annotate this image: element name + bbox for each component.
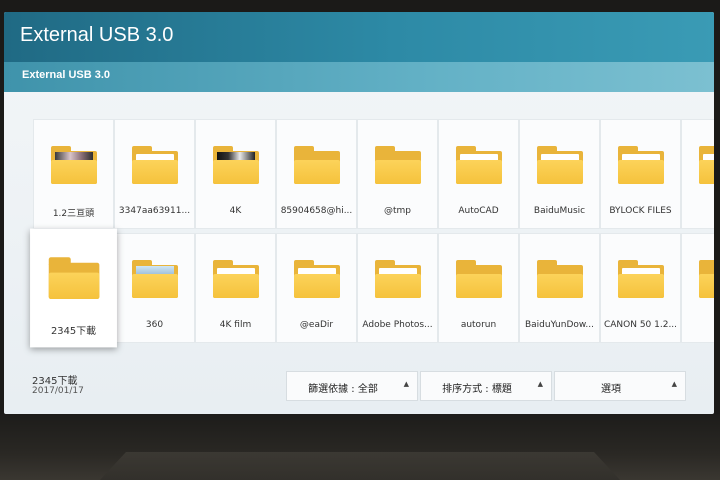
sort-button-label: 排序方式 : 標題 xyxy=(442,384,512,395)
folder-label: BaiduYunDow... xyxy=(524,320,595,330)
folder-label: 360 xyxy=(145,320,164,330)
folder-photo-icon xyxy=(132,260,178,298)
tv-stand xyxy=(100,452,620,480)
folder-tile[interactable]: 360 xyxy=(115,234,194,342)
folder-tile[interactable]: 4K film xyxy=(196,234,275,342)
folder-icon xyxy=(699,260,714,298)
folder-tile[interactable]: 3347aa63911... xyxy=(115,120,194,228)
folder-label: 4K xyxy=(229,206,242,216)
folder-photo-icon xyxy=(51,146,97,184)
folder-tile[interactable]: 4K xyxy=(196,120,275,228)
folder-label: autorun xyxy=(460,320,497,330)
folder-label: FF xyxy=(684,206,714,216)
folder-tile[interactable]: autorun xyxy=(439,234,518,342)
folder-tile[interactable]: FF xyxy=(682,120,714,228)
folder-tile[interactable]: @eaDir xyxy=(277,234,356,342)
folder-tile[interactable]: 1.2三亘頭 xyxy=(34,120,113,228)
folder-tile[interactable]: 85904658@hi... xyxy=(277,120,356,228)
folder-icon xyxy=(213,260,259,298)
folder-icon xyxy=(294,146,340,184)
folder-photo-icon xyxy=(213,146,259,184)
grid-row-1: 1.2三亘頭 3347aa63911... 4K 85904658@hi... … xyxy=(34,120,714,228)
folder-label: @eaDir xyxy=(299,320,334,330)
folder-icon xyxy=(294,260,340,298)
caret-up-icon: ▲ xyxy=(403,380,409,388)
folder-icon xyxy=(699,146,714,184)
folder-icon xyxy=(537,260,583,298)
breadcrumb-label: External USB 3.0 xyxy=(22,69,111,81)
folder-icon xyxy=(456,260,502,298)
options-button[interactable]: 選項 ▲ xyxy=(555,372,685,400)
folder-icon xyxy=(618,260,664,298)
tv-screen: External USB 3.0 External USB 3.0 1.2三亘頭… xyxy=(4,12,714,414)
folder-tile[interactable]: fo xyxy=(682,234,714,342)
caret-up-icon: ▲ xyxy=(671,380,677,388)
folder-icon xyxy=(48,257,100,299)
folder-tile[interactable]: BaiduMusic xyxy=(520,120,599,228)
folder-icon xyxy=(456,146,502,184)
page-title: External USB 3.0 xyxy=(20,24,174,46)
caret-up-icon: ▲ xyxy=(537,380,543,388)
folder-label: 85904658@hi... xyxy=(280,206,353,216)
folder-icon xyxy=(537,146,583,184)
breadcrumb: External USB 3.0 xyxy=(4,62,714,92)
title-bar: External USB 3.0 xyxy=(4,12,714,62)
folder-tile[interactable]: @tmp xyxy=(358,120,437,228)
folder-label: 2345下載 xyxy=(51,326,96,338)
selected-item-date: 2017/01/17 xyxy=(32,386,84,396)
file-grid: 1.2三亘頭 3347aa63911... 4K 85904658@hi... … xyxy=(4,92,714,354)
folder-icon xyxy=(618,146,664,184)
folder-label: Adobe Photos... xyxy=(362,320,433,330)
folder-label: fo xyxy=(684,320,714,330)
folder-label: @tmp xyxy=(383,206,411,216)
filter-button-label: 篩選依據 : 全部 xyxy=(308,384,378,395)
folder-label: 1.2三亘頭 xyxy=(52,209,95,219)
bottom-bar: 2345下載 2017/01/17 篩選依據 : 全部 ▲ 排序方式 : 標題 … xyxy=(4,354,714,414)
folder-icon xyxy=(375,146,421,184)
options-button-label: 選項 xyxy=(601,384,621,395)
folder-tile[interactable]: Adobe Photos... xyxy=(358,234,437,342)
folder-label: 3347aa63911... xyxy=(118,206,191,216)
sort-button[interactable]: 排序方式 : 標題 ▲ xyxy=(421,372,551,400)
folder-label: AutoCAD xyxy=(458,206,499,216)
folder-label: BaiduMusic xyxy=(533,206,586,216)
folder-icon xyxy=(132,146,178,184)
folder-tile[interactable]: BaiduYunDow... xyxy=(520,234,599,342)
folder-icon xyxy=(375,260,421,298)
folder-tile[interactable]: CANON 50 1.2... xyxy=(601,234,680,342)
folder-tile[interactable]: BYLOCK FILES xyxy=(601,120,680,228)
folder-label: 4K film xyxy=(219,320,252,330)
selected-item-name: 2345下載 xyxy=(32,376,78,387)
folder-label: BYLOCK FILES xyxy=(609,206,672,216)
folder-label: CANON 50 1.2... xyxy=(603,320,678,330)
folder-tile[interactable]: AutoCAD xyxy=(439,120,518,228)
folder-tile-selected[interactable]: 2345下載 xyxy=(30,228,117,348)
filter-button[interactable]: 篩選依據 : 全部 ▲ xyxy=(287,372,417,400)
grid-row-2: 2345下載 360 4K film @eaDir Adobe Photos..… xyxy=(30,228,714,348)
